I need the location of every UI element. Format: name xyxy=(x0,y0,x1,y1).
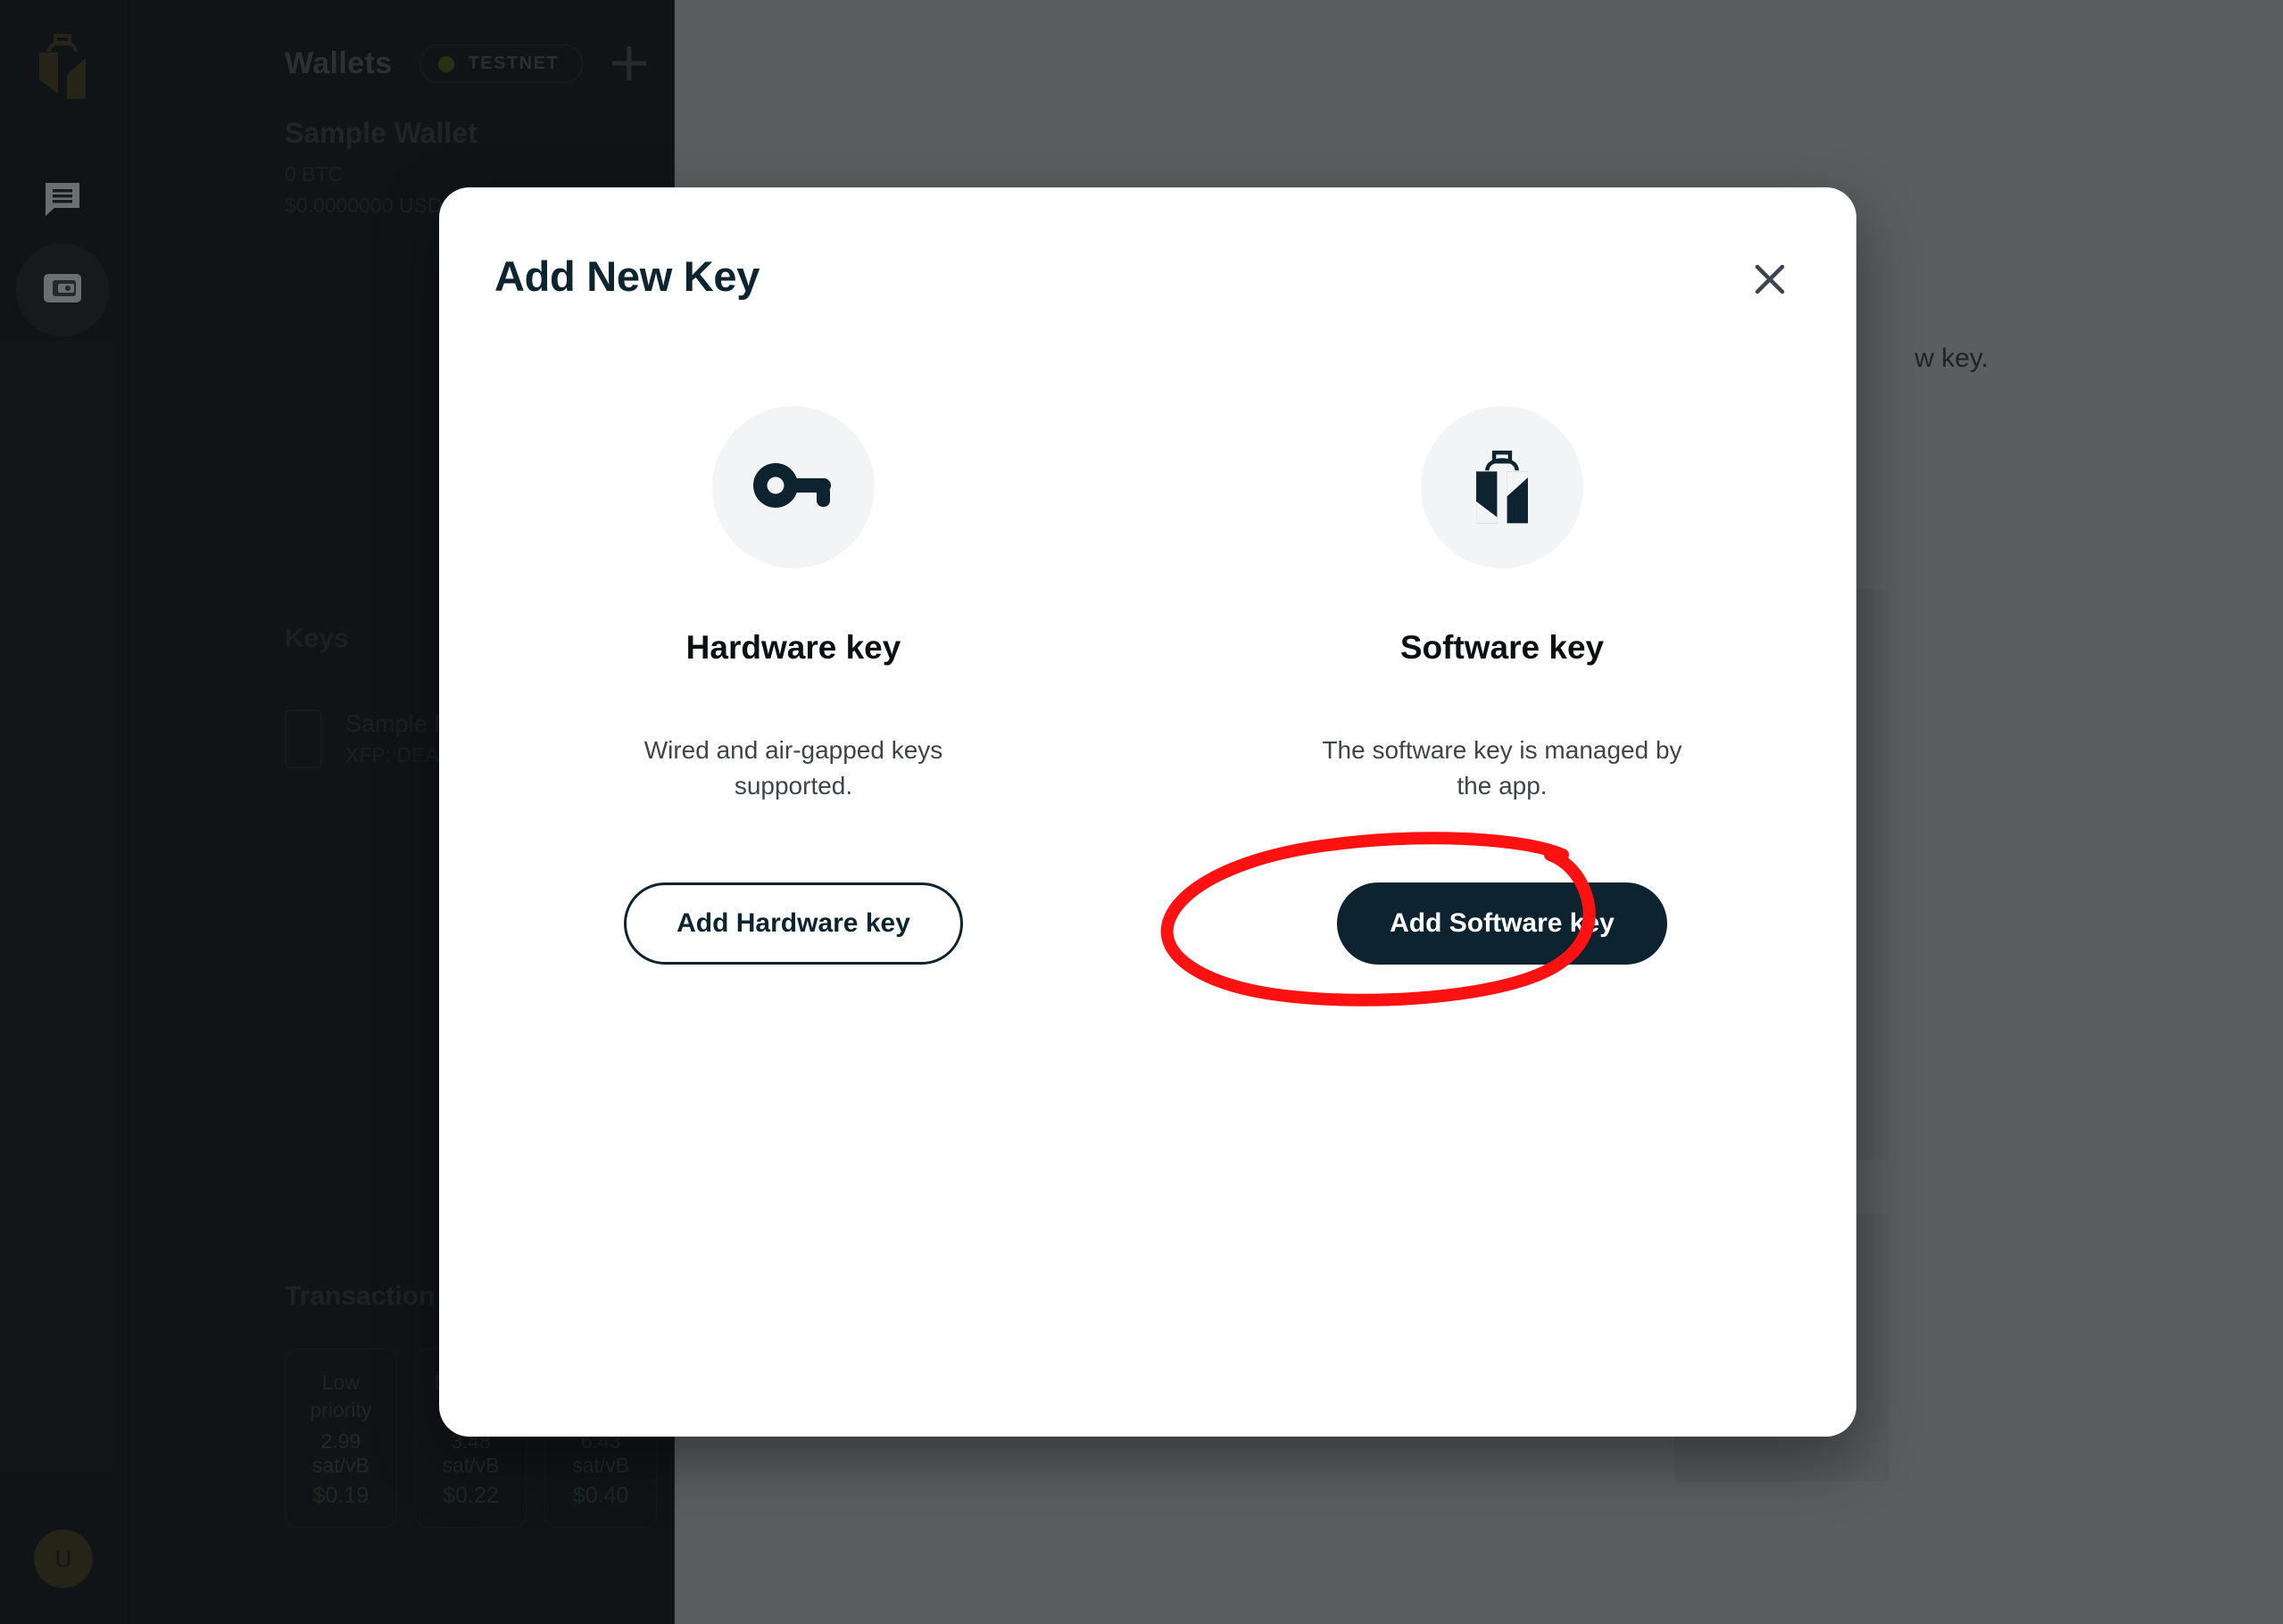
hardware-key-heading: Hardware key xyxy=(685,629,901,666)
hardware-key-description: Wired and air-gapped keys supported. xyxy=(643,736,943,800)
background-hint-text: w key. xyxy=(1914,344,1988,373)
fee-option-low[interactable]: Low priority 2.99 sat/vB $0.19 xyxy=(285,1347,397,1528)
network-label: TESTNET xyxy=(468,54,560,73)
option-hardware-key: Hardware key Wired and air-gapped keys s… xyxy=(439,406,1148,965)
status-dot-icon xyxy=(437,55,454,72)
add-new-key-dialog: Add New Key Hardware key Wired and air-g… xyxy=(439,187,1856,1437)
avatar[interactable]: U xyxy=(34,1529,93,1588)
add-software-key-button[interactable]: Add Software key xyxy=(1337,882,1667,965)
close-button[interactable] xyxy=(1744,255,1796,307)
software-key-logo-icon xyxy=(1467,444,1537,531)
fee-fiat: $0.19 xyxy=(312,1483,369,1508)
fee-fiat: $0.22 xyxy=(443,1483,499,1508)
software-key-description: The software key is managed by the app. xyxy=(1322,736,1682,800)
fee-rate: 3.48 sat/vB xyxy=(442,1429,500,1477)
sidebar-item-chat[interactable] xyxy=(31,170,94,232)
icon-rail: U xyxy=(0,0,125,1624)
wallet-name: Sample Wallet xyxy=(285,117,477,149)
option-software-key: Software key The software key is managed… xyxy=(1148,406,1856,965)
key-type-options: Hardware key Wired and air-gapped keys s… xyxy=(439,406,1856,965)
fee-priority-line2: priority xyxy=(310,1397,372,1421)
hardware-key-badge xyxy=(712,406,875,568)
add-wallet-button[interactable] xyxy=(609,43,650,84)
fee-rate: 6.43 sat/vB xyxy=(572,1429,630,1477)
fee-rate: 2.99 sat/vB xyxy=(311,1429,369,1477)
add-hardware-key-button[interactable]: Add Hardware key xyxy=(624,882,963,965)
chat-bubble-icon xyxy=(43,179,82,223)
hardware-device-icon xyxy=(285,709,322,768)
sidebar-item-wallets[interactable] xyxy=(16,244,109,336)
avatar-initial: U xyxy=(54,1545,72,1572)
key-icon xyxy=(751,459,836,517)
bitcoin-vault-logo-icon xyxy=(31,29,94,102)
wallet-icon xyxy=(42,270,83,311)
dialog-title: Add New Key xyxy=(494,253,760,300)
close-icon xyxy=(1754,263,1786,300)
page-title: Wallets xyxy=(285,46,393,80)
wallet-btc-balance: 0 BTC xyxy=(285,162,344,186)
fee-priority-line1: Low xyxy=(321,1370,360,1394)
wallet-panel-header: Wallets TESTNET xyxy=(126,0,675,83)
fee-fiat: $0.40 xyxy=(572,1483,629,1508)
software-key-badge xyxy=(1421,406,1583,568)
plus-icon xyxy=(609,46,650,87)
network-status-badge[interactable]: TESTNET xyxy=(419,45,584,83)
software-key-heading: Software key xyxy=(1399,629,1605,666)
